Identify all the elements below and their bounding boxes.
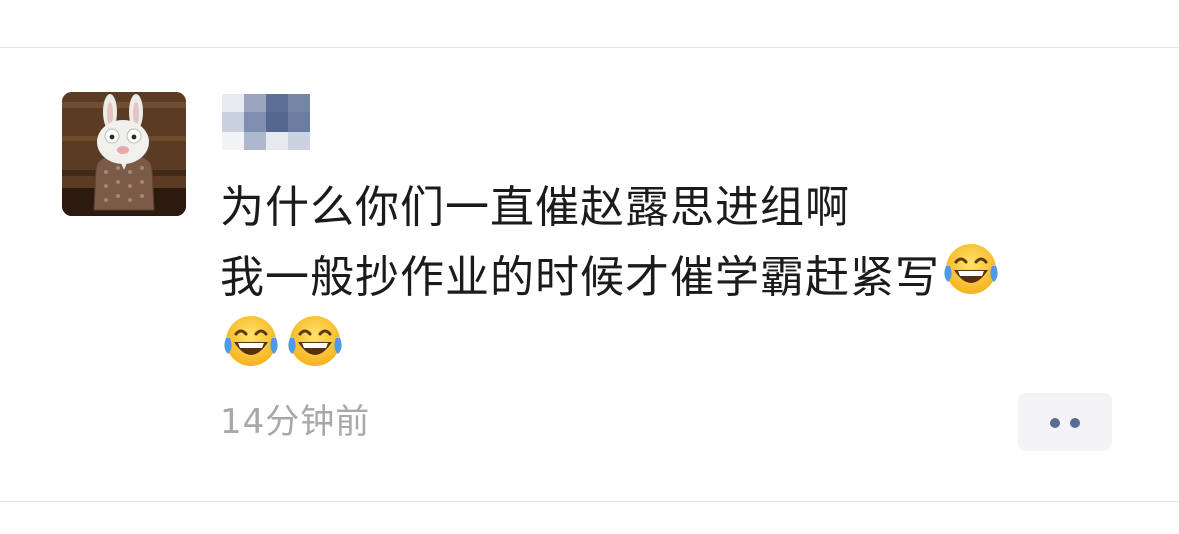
top-divider xyxy=(0,47,1179,48)
post-timestamp: 14分钟前 xyxy=(220,402,371,442)
bottom-divider xyxy=(0,501,1179,502)
author-avatar[interactable] xyxy=(62,92,186,216)
rabbid-bunny-avatar-icon xyxy=(62,92,186,216)
trailing-emoji-row xyxy=(220,312,348,372)
more-actions-button[interactable] xyxy=(1018,393,1112,451)
post-line-1: 为什么你们一直催赵露思进组啊 xyxy=(220,182,850,233)
tears-of-joy-emoji-icon xyxy=(940,240,1002,316)
tears-of-joy-emoji-icon xyxy=(220,312,282,374)
author-nickname-pixelated[interactable] xyxy=(222,94,322,152)
tears-of-joy-emoji-icon xyxy=(284,312,346,374)
post-text: 为什么你们一直催赵露思进组啊 我一般抄作业的时候才催学霸赶紧写 xyxy=(220,176,1120,316)
post-line-2: 我一般抄作业的时候才催学霸赶紧写 xyxy=(220,252,940,303)
